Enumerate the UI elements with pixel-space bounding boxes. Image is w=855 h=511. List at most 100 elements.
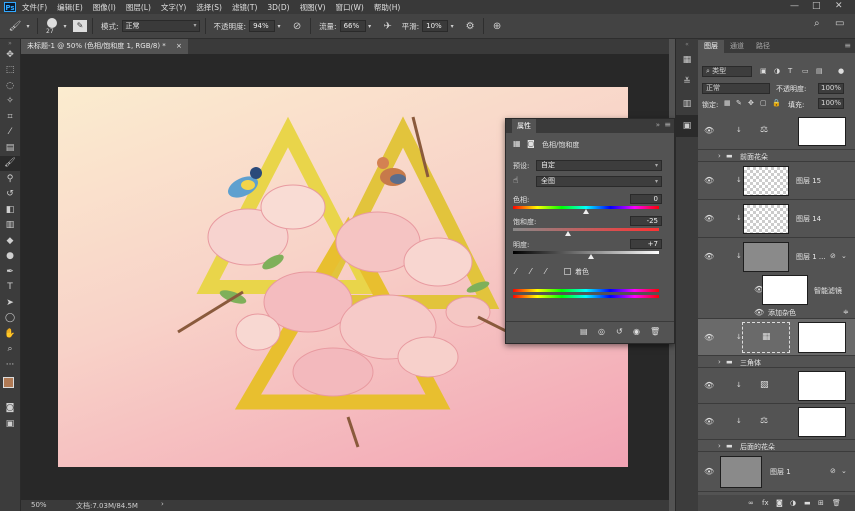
move-tool-icon[interactable]: ✥	[0, 47, 20, 63]
lock-transparent-icon[interactable]: ▦	[724, 99, 731, 107]
eyedropper-icon[interactable]: ⁄	[515, 267, 516, 276]
pressure-opacity-icon[interactable]: ⊘	[289, 21, 305, 32]
gradient-tool-icon[interactable]: ▥	[0, 218, 20, 234]
properties-panel-icon[interactable]: ▣	[676, 115, 698, 137]
visibility-eye-icon[interactable]: 👁	[704, 176, 714, 185]
link-layers-icon[interactable]: ∞	[748, 499, 754, 507]
lightness-slider-track[interactable]	[513, 251, 659, 254]
chevron-down-icon[interactable]: ▾	[24, 23, 32, 30]
menu-filter[interactable]: 滤镜(T)	[232, 2, 257, 13]
chevron-right-icon[interactable]: ›	[718, 442, 721, 450]
lightness-value-field[interactable]: +7	[630, 239, 662, 249]
tab-paths[interactable]: 路径	[750, 40, 776, 53]
visibility-eye-icon[interactable]: 👁	[704, 467, 714, 476]
trash-icon[interactable]: 🗑	[650, 327, 660, 336]
layer-row-add-noise-filter[interactable]: 👁 添加杂色 ≑	[698, 305, 855, 319]
filter-smart-icon[interactable]: ▤	[816, 67, 823, 75]
blur-tool-icon[interactable]: ◆	[0, 233, 20, 249]
layer-mask-thumbnail[interactable]	[798, 322, 846, 353]
chevron-down-icon[interactable]: ▾	[366, 23, 374, 30]
more-tools-icon[interactable]: ···	[0, 357, 20, 373]
chevron-down-icon[interactable]: ▾	[61, 23, 69, 30]
lock-all-icon[interactable]: 🔒	[772, 99, 781, 107]
document-tab[interactable]: 未标题-1 @ 50% (色相/饱和度 1, RGB/8) * ×	[21, 39, 188, 54]
add-mask-icon[interactable]: ◙	[776, 499, 783, 507]
chevron-down-icon[interactable]: ▾	[448, 23, 456, 30]
chevron-right-icon[interactable]: ›	[718, 358, 721, 366]
layer-mask-thumbnail[interactable]	[798, 117, 846, 146]
smoothing-field[interactable]: 10%	[422, 20, 449, 32]
visibility-eye-icon[interactable]: 👁	[704, 381, 714, 390]
eyedropper-plus-icon[interactable]: ⁄	[530, 267, 531, 276]
layer-row-smart-filters[interactable]: 👁 智能滤镜	[698, 275, 855, 305]
clip-to-layer-icon[interactable]: ▤	[580, 327, 588, 336]
close-icon[interactable]: ×	[176, 42, 182, 50]
saturation-value-field[interactable]: -25	[630, 216, 662, 226]
quick-mask-icon[interactable]: ◙	[0, 401, 20, 417]
new-group-icon[interactable]: ▬	[804, 499, 811, 507]
new-layer-icon[interactable]: ⊞	[818, 499, 824, 507]
layer-row-layer-1[interactable]: 👁 图层 1 ⊘ ⌄	[698, 452, 855, 492]
expand-panels-icon[interactable]: «	[676, 39, 698, 49]
saturation-slider-handle[interactable]	[564, 231, 571, 236]
brush-tool-icon[interactable]: 🖌	[0, 155, 20, 171]
tab-layers[interactable]: 图层	[698, 40, 724, 53]
marquee-tool-icon[interactable]: ⬚	[0, 63, 20, 79]
link-icon[interactable]: ⊘	[830, 467, 836, 475]
brush-preset-picker[interactable]: 27	[43, 16, 61, 36]
lightness-slider-handle[interactable]	[588, 254, 595, 259]
visibility-eye-icon[interactable]: 👁	[704, 333, 714, 342]
menu-help[interactable]: 帮助(H)	[374, 2, 401, 13]
shape-tool-icon[interactable]: ◯	[0, 311, 20, 327]
filter-pixel-icon[interactable]: ▣	[760, 67, 767, 75]
filter-adjustment-icon[interactable]: ◑	[774, 67, 780, 75]
chevron-right-icon[interactable]: ›	[161, 500, 164, 508]
screen-mode-icon[interactable]: ▣	[0, 416, 20, 432]
filter-type-icon[interactable]: T	[788, 67, 792, 75]
menu-edit[interactable]: 编辑(E)	[57, 2, 83, 13]
pen-tool-icon[interactable]: ✒	[0, 264, 20, 280]
minimize-button[interactable]: —	[790, 1, 799, 11]
hand-target-icon[interactable]: ☝	[513, 176, 518, 186]
layer-mask-thumbnail[interactable]	[798, 371, 846, 401]
visibility-eye-icon[interactable]: ◉	[633, 327, 640, 336]
panel-menu-icon[interactable]: ≡	[664, 120, 671, 129]
saturation-slider-track[interactable]	[513, 228, 659, 231]
layer-row-group-back-flowers[interactable]: › ▬ 后面的花朵	[698, 440, 855, 452]
airbrush-icon[interactable]: ✈	[380, 21, 396, 32]
gear-icon[interactable]: ⚙	[462, 21, 478, 32]
filter-shape-icon[interactable]: ▭	[802, 67, 809, 75]
trash-icon[interactable]: 🗑	[832, 499, 841, 507]
adjustments-panel-icon[interactable]: ≚	[676, 71, 698, 93]
panel-menu-icon[interactable]: ≡	[844, 41, 851, 50]
menu-view[interactable]: 视图(V)	[300, 2, 326, 13]
pressure-size-icon[interactable]: ⊕	[489, 21, 505, 32]
layer-row-layer-15[interactable]: 👁 ↓ 图层 15	[698, 162, 855, 200]
collapse-icon[interactable]: »	[0, 39, 20, 47]
eyedropper-tool-icon[interactable]: ⁄	[0, 125, 20, 141]
preset-select[interactable]: 自定 ▾	[536, 160, 662, 171]
hue-slider-handle[interactable]	[583, 209, 589, 214]
menu-type[interactable]: 文字(Y)	[161, 2, 186, 13]
layer-filter-select[interactable]: ⌕ 类型	[702, 66, 752, 77]
history-brush-tool-icon[interactable]: ↺	[0, 187, 20, 203]
menu-select[interactable]: 选择(S)	[196, 2, 222, 13]
brush-panel-icon[interactable]: ✎	[73, 20, 87, 32]
brush-tool-icon[interactable]: 🖌	[6, 21, 24, 32]
flow-field[interactable]: 66%	[339, 20, 366, 32]
path-selection-tool-icon[interactable]: ➤	[0, 295, 20, 311]
layer-row-levels-adjustment[interactable]: 👁 ↓ ⚖	[698, 113, 855, 150]
menu-layer[interactable]: 图层(L)	[126, 2, 151, 13]
chevron-right-icon[interactable]: ›	[718, 152, 721, 160]
visibility-eye-icon[interactable]: 👁	[704, 252, 714, 261]
visibility-eye-icon[interactable]: 👁	[704, 214, 714, 223]
history-panel-icon[interactable]: ▦	[676, 49, 698, 71]
zoom-tool-icon[interactable]: ⌕	[0, 342, 20, 358]
hue-value-field[interactable]: 0	[630, 194, 662, 204]
fill-field[interactable]: 100%	[818, 98, 844, 109]
layer-row-group-front-flowers[interactable]: › ▬ 前面花朵	[698, 150, 855, 162]
chevron-down-icon[interactable]: ▾	[275, 23, 283, 30]
layer-row-curves-adjustment[interactable]: 👁 ↓ ▧	[698, 368, 855, 404]
layer-mask-thumbnail[interactable]	[798, 407, 846, 437]
color-swatches[interactable]	[0, 373, 20, 401]
